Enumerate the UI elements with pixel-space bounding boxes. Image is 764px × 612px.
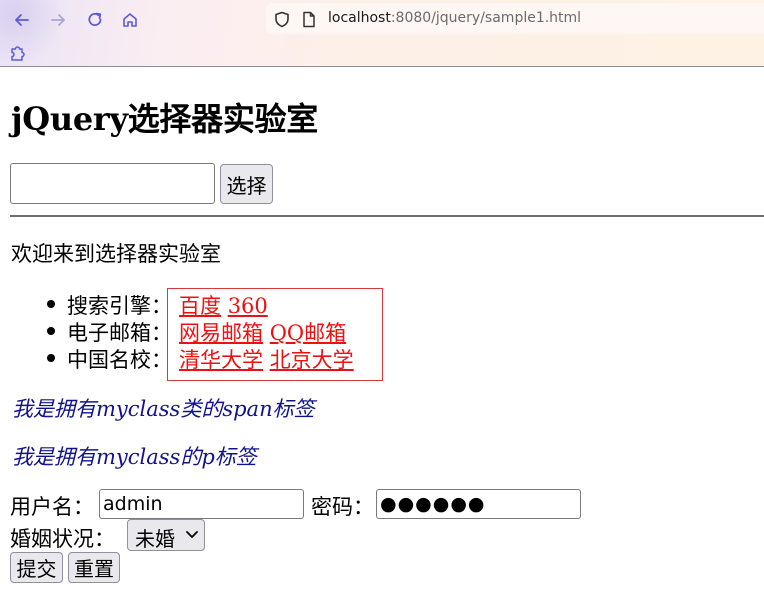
link-360[interactable]: 360 — [228, 294, 268, 318]
link-163-mail[interactable]: 网易邮箱 — [179, 321, 263, 345]
reload-button[interactable] — [83, 8, 107, 32]
reload-icon — [88, 12, 102, 26]
links-row-search: 百度 360 — [179, 290, 268, 320]
extensions-button[interactable] — [8, 43, 28, 63]
password-field[interactable]: ●●●●●● — [376, 489, 581, 519]
links-row-schools: 清华大学 北京大学 — [179, 344, 354, 374]
link-qq-mail[interactable]: QQ邮箱 — [270, 321, 346, 345]
shield-icon[interactable] — [274, 11, 290, 28]
marital-label: 婚姻状况： — [10, 527, 115, 551]
marital-status-select[interactable]: 未婚 — [127, 519, 205, 551]
reset-button[interactable]: 重置 — [68, 552, 120, 583]
link-tsinghua[interactable]: 清华大学 — [179, 348, 263, 372]
myclass-span-text: 我是拥有myclass类的span标签 — [12, 397, 315, 421]
selector-input[interactable] — [10, 163, 215, 204]
links-row-email: 网易邮箱 QQ邮箱 — [179, 317, 346, 347]
welcome-text: 欢迎来到选择器实验室 — [11, 242, 221, 266]
list-item-label: 中国名校： — [67, 348, 172, 372]
link-peking[interactable]: 北京大学 — [270, 348, 354, 372]
bullet — [47, 327, 55, 335]
list-item-label: 搜索引擎： — [67, 294, 172, 318]
browser-toolbar: localhost:8080/jquery/sample1.html — [0, 0, 764, 70]
password-label: 密码： — [311, 495, 374, 519]
divider — [10, 215, 764, 217]
page-icon[interactable] — [302, 11, 316, 28]
url-path: :8080/jquery/sample1.html — [390, 10, 582, 26]
home-button[interactable] — [118, 8, 142, 32]
myclass-p-text: 我是拥有myclass的p标签 — [12, 445, 257, 469]
link-baidu[interactable]: 百度 — [179, 294, 221, 318]
url-bar[interactable]: localhost:8080/jquery/sample1.html — [266, 3, 764, 34]
select-button[interactable]: 选择 — [220, 164, 273, 204]
links-box: 百度 360 网易邮箱 QQ邮箱 清华大学 北京大学 — [167, 288, 383, 381]
back-icon — [15, 14, 29, 26]
bullet — [47, 300, 55, 308]
username-field[interactable]: admin — [99, 489, 304, 519]
username-label: 用户名： — [10, 495, 94, 519]
chevron-down-icon — [186, 531, 198, 538]
page-title: jQuery选择器实验室 — [11, 100, 318, 138]
url-text[interactable]: localhost:8080/jquery/sample1.html — [328, 10, 581, 26]
submit-button[interactable]: 提交 — [10, 552, 63, 583]
extension-icon — [11, 46, 25, 61]
marital-selected-value: 未婚 — [135, 527, 175, 551]
back-button[interactable] — [10, 8, 34, 32]
home-icon — [123, 13, 137, 27]
forward-button[interactable] — [46, 8, 70, 32]
list-item-label: 电子邮箱： — [67, 321, 172, 345]
bullet — [47, 354, 55, 362]
url-host: localhost — [328, 10, 391, 26]
forward-icon — [51, 14, 65, 26]
